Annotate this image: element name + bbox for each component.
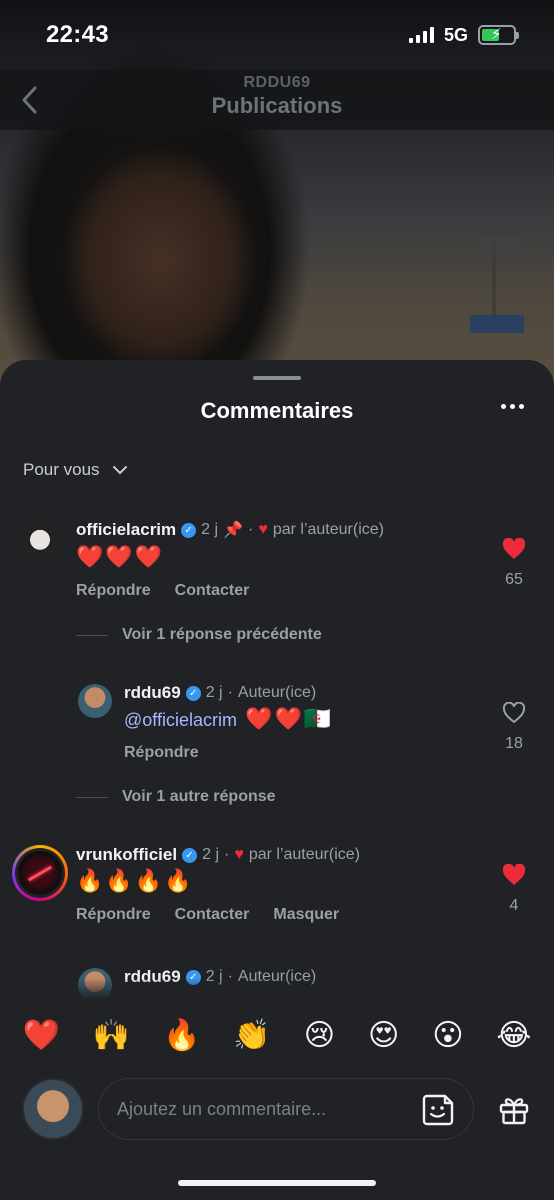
- filter-label: Pour vous: [23, 460, 100, 479]
- signal-icon: [408, 27, 434, 43]
- avatar[interactable]: [12, 845, 68, 901]
- view-replies-label: Voir 1 autre réponse: [122, 788, 276, 805]
- contact-button[interactable]: Contacter: [175, 582, 250, 600]
- comment-username[interactable]: rddu69: [124, 683, 181, 703]
- reply-button[interactable]: Répondre: [76, 582, 151, 600]
- comment-text: @officielacrim ❤️❤️🇩🇿: [124, 706, 333, 732]
- reaction-laughing[interactable]: 😂: [496, 1018, 531, 1053]
- comment-text: 🔥🔥🔥🔥: [76, 868, 194, 893]
- comment-emojis: ❤️❤️🇩🇿: [245, 706, 334, 731]
- status-time: 22:43: [46, 21, 109, 48]
- view-replies-button[interactable]: Voir 1 réponse précédente: [76, 626, 322, 644]
- heart-outline-icon[interactable]: [502, 701, 526, 724]
- comment-input[interactable]: Ajoutez un commentaire...: [98, 1078, 474, 1140]
- my-avatar: [22, 1078, 84, 1140]
- comment-header: vrunkofficiel ✓ 2 j · ♥ par l’auteur(ice…: [76, 845, 360, 865]
- gift-icon[interactable]: [498, 1094, 530, 1126]
- liked-by-author: par l’auteur(ice): [272, 521, 384, 538]
- comment-header: rddu69 ✓ 2 j · Auteur(ice): [124, 683, 317, 703]
- reaction-heart[interactable]: ❤️: [22, 1018, 59, 1053]
- verified-icon: ✓: [182, 847, 198, 863]
- contact-button[interactable]: Contacter: [175, 906, 250, 924]
- comment-text: ❤️❤️❤️: [76, 544, 165, 569]
- scroll-fade: [0, 978, 554, 1000]
- nav-account: RDDU69: [243, 74, 311, 91]
- heart-filled-icon[interactable]: [502, 537, 526, 560]
- chevron-down-icon: [112, 466, 127, 475]
- nav-titles: RDDU69 Publications: [0, 74, 554, 119]
- reaction-clap[interactable]: 👏: [233, 1018, 270, 1053]
- more-options-icon[interactable]: [501, 404, 524, 409]
- reaction-crying[interactable]: 😢: [304, 1018, 335, 1053]
- comment-actions: Répondre Contacter: [76, 582, 249, 600]
- comment-actions: Répondre Contacter Masquer: [76, 906, 339, 924]
- avatar[interactable]: [78, 684, 112, 718]
- reaction-fire[interactable]: 🔥: [163, 1018, 200, 1053]
- comment-input-placeholder: Ajoutez un commentaire...: [117, 1098, 327, 1119]
- liked-by-author: par l’auteur(ice): [248, 846, 360, 863]
- network-label: 5G: [443, 24, 468, 45]
- quick-reactions: ❤️ 🙌 🔥 👏 😢 😍 😮 😂: [0, 1000, 554, 1070]
- like-count: 65: [505, 571, 523, 588]
- reply-button[interactable]: Répondre: [76, 906, 151, 924]
- reaction-raised-hands[interactable]: 🙌: [93, 1018, 130, 1053]
- verified-icon: ✓: [185, 685, 201, 701]
- comment-header: officielacrim ✓ 2 j 📌 · ♥ par l’auteur(i…: [76, 520, 384, 540]
- heart-filled-icon[interactable]: [502, 863, 526, 886]
- comment-age: 2 j: [202, 846, 219, 863]
- status-indicators: 5G ⚡: [408, 24, 519, 46]
- like-count: 4: [509, 897, 519, 914]
- nav-title: Publications: [211, 93, 343, 118]
- hide-button[interactable]: Masquer: [273, 906, 339, 924]
- like-count: 18: [505, 735, 523, 752]
- sheet-drag-handle[interactable]: [253, 376, 301, 380]
- view-replies-label: Voir 1 réponse précédente: [122, 626, 322, 643]
- mention-link[interactable]: @officielacrim: [124, 710, 237, 730]
- reaction-heart-eyes[interactable]: 😍: [368, 1018, 399, 1053]
- like-control: 18: [494, 701, 534, 753]
- avatar[interactable]: [18, 520, 62, 564]
- home-indicator[interactable]: [178, 1180, 376, 1186]
- comment-age: 2 j: [205, 684, 223, 701]
- view-replies-button[interactable]: Voir 1 autre réponse: [76, 788, 276, 806]
- sheet-title: Commentaires: [200, 398, 354, 423]
- sticker-icon[interactable]: [421, 1093, 455, 1127]
- divider: [76, 634, 108, 636]
- status-bar: 22:43 5G ⚡: [0, 0, 554, 70]
- author-heart-icon: ♥: [234, 846, 244, 863]
- top-nav: RDDU69 Publications: [0, 70, 554, 130]
- battery-icon: ⚡: [478, 25, 519, 45]
- comment-age: 2 j: [201, 521, 219, 538]
- reaction-surprised[interactable]: 😮: [432, 1018, 463, 1053]
- author-role: Auteur(ice): [237, 684, 317, 701]
- comment-username[interactable]: officielacrim: [76, 520, 176, 540]
- reply-button[interactable]: Répondre: [124, 744, 199, 762]
- verified-icon: ✓: [181, 522, 197, 538]
- comment-username[interactable]: vrunkofficiel: [76, 845, 177, 865]
- like-control: 65: [494, 537, 534, 589]
- like-control: 4: [494, 863, 534, 915]
- comment-filter-dropdown[interactable]: Pour vous: [23, 460, 128, 480]
- author-heart-icon: ♥: [258, 521, 268, 538]
- divider: [76, 796, 108, 798]
- pin-icon: 📌: [223, 522, 243, 539]
- comment-actions: Répondre: [124, 744, 199, 762]
